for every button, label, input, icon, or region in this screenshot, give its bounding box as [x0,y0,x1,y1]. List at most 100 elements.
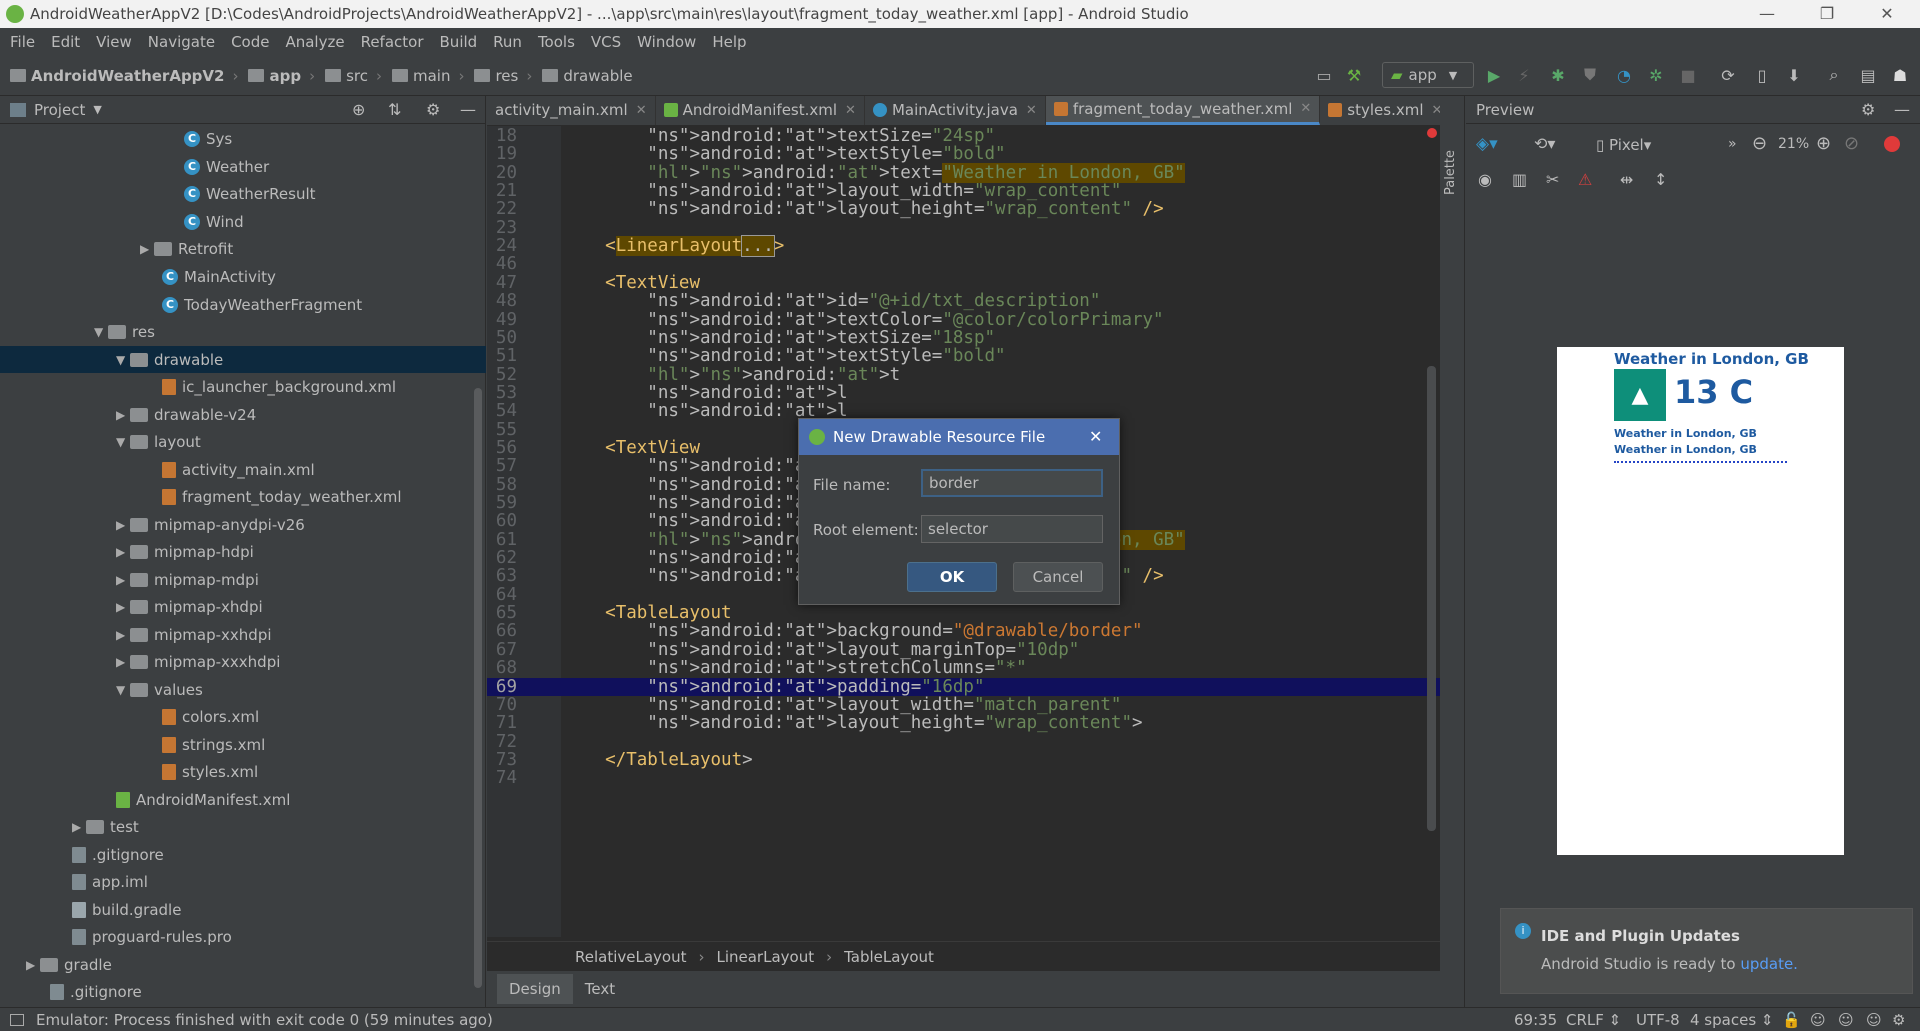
code-line[interactable]: 21 "ns">android:"at">layout_width="wrap_… [487,182,1440,201]
code-line[interactable]: 70 "ns">android:"at">layout_width="match… [487,695,1440,714]
menu-navigate[interactable]: Navigate [140,33,223,51]
code-line[interactable]: 48 "ns">android:"at">id="@+id/txt_descri… [487,292,1440,311]
update-notification[interactable]: i IDE and Plugin Updates Android Studio … [1500,908,1913,994]
breadcrumb-main[interactable]: main › [382,67,464,85]
notifications-icon[interactable]: ⚙ [1892,1011,1905,1029]
menu-view[interactable]: View [88,33,140,51]
code-line[interactable]: 51 "ns">android:"at">textStyle="bold" [487,347,1440,366]
editor-scrollbar[interactable] [1427,366,1436,831]
tree-item-todayweatherfragment[interactable]: C TodayWeatherFragment [162,291,362,318]
more-icon[interactable]: » [1728,136,1737,152]
breadcrumb-src[interactable]: src › [315,67,382,85]
breadcrumb-drawable[interactable]: drawable [532,67,633,85]
close-tab-icon[interactable]: ✕ [1300,101,1311,116]
tree-item-fragment-today-weather[interactable]: fragment_today_weather.xml [162,483,402,510]
sync-gradle-icon[interactable]: ⟳ [1716,63,1740,87]
expand-arrow-icon[interactable]: ▶ [116,545,130,559]
tree-item-mipmap-xhdpi[interactable]: ▶ mipmap-xhdpi [116,593,263,620]
expand-arrow-icon[interactable]: ▶ [116,408,130,422]
tree-item-drawable-v24[interactable]: ▶ drawable-v24 [116,401,256,428]
close-window-button[interactable]: ✕ [1864,0,1910,28]
code-line[interactable]: 71 "ns">android:"at">layout_height="wrap… [487,714,1440,733]
status-message[interactable]: Emulator: Process finished with exit cod… [36,1011,493,1029]
expand-arrow-icon[interactable]: ▶ [72,820,86,834]
tree-item-build-gradle[interactable]: build.gradle [72,896,181,923]
palette-label[interactable]: Palette [1443,150,1458,195]
tree-item-drawable[interactable]: ▼ drawable [0,346,486,373]
root-element-input[interactable]: selector [921,515,1103,543]
breadcrumb-res[interactable]: res › [464,67,532,85]
profile-icon[interactable]: ◔ [1612,63,1636,87]
update-link[interactable]: update. [1740,955,1798,973]
project-structure-icon[interactable]: ▭ [1312,63,1336,87]
zoom-fit-icon[interactable]: ⊘ [1844,133,1859,154]
event-log-icon[interactable]: ☺ [1866,1011,1882,1029]
menu-tools[interactable]: Tools [530,33,583,51]
tree-item-strings[interactable]: strings.xml [162,731,265,758]
breadcrumb-project[interactable]: AndroidWeatherAppV2 › [0,67,238,85]
tree-item-mipmap-anydpi-v26[interactable]: ▶ mipmap-anydpi-v26 [116,511,305,538]
sdk-manager-icon[interactable]: ⬇ [1782,63,1806,87]
code-line[interactable]: 73 </TableLayout> [487,751,1440,770]
collapse-arrow-icon[interactable]: ▼ [116,435,130,449]
stop-icon[interactable]: ■ [1676,63,1700,87]
tree-item-layout[interactable]: ▼ layout [116,428,201,455]
ok-button[interactable]: OK [907,562,997,592]
code-line[interactable]: 19 "ns">android:"at">textStyle="bold" [487,145,1440,164]
tree-item-gitignore[interactable]: .gitignore [72,841,164,868]
project-view-select[interactable]: Project [34,101,85,119]
code-line[interactable]: 72 [487,732,1440,751]
run-icon[interactable]: ▶ [1482,63,1506,87]
expand-arrow-icon[interactable]: ▶ [116,573,130,587]
tree-item-gradle[interactable]: ▶ gradle [26,951,112,978]
settings-gear-icon[interactable]: ⚙ [1861,100,1875,119]
menu-build[interactable]: Build [432,33,486,51]
collapse-all-icon[interactable]: ⇅ [388,100,401,119]
collapse-arrow-icon[interactable]: ▼ [116,353,130,367]
menu-refactor[interactable]: Refactor [353,33,432,51]
pack-vertical-icon[interactable]: ↕ [1654,170,1667,189]
tree-item-activity-main[interactable]: activity_main.xml [162,456,315,483]
project-view-icon[interactable]: ▤ [1856,63,1880,87]
menu-help[interactable]: Help [704,33,754,51]
chevron-down-icon[interactable]: ▼ [93,103,101,116]
code-line[interactable]: 46 [487,255,1440,274]
tree-item-colors[interactable]: colors.xml [162,703,259,730]
expand-arrow-icon[interactable]: ▶ [26,958,40,972]
clear-constraints-icon[interactable]: ⚠ [1578,170,1592,189]
user-avatar-icon[interactable]: ☗ [1888,63,1912,87]
settings-gear-icon[interactable]: ⚙ [426,100,440,119]
code-line[interactable]: 24 <LinearLayout...> [487,235,1440,258]
menu-code[interactable]: Code [223,33,277,51]
code-line[interactable]: 53 "ns">android:"at">l [487,384,1440,403]
menu-edit[interactable]: Edit [43,33,88,51]
collapse-arrow-icon[interactable]: ▼ [94,325,108,339]
tab-design[interactable]: Design [497,974,573,1004]
code-line[interactable]: 22 "ns">android:"at">layout_height="wrap… [487,200,1440,219]
close-tab-icon[interactable]: ✕ [1026,103,1037,118]
menu-file[interactable]: File [2,33,43,51]
breadcrumb-relativelayout[interactable]: RelativeLayout [575,948,686,966]
tree-item-test[interactable]: ▶ test [72,813,139,840]
blueprint-icon[interactable]: ▥ [1512,170,1527,189]
tab-activity-main[interactable]: activity_main.xml ✕ [487,96,656,125]
attach-debugger-icon[interactable]: ⛊ [1578,63,1602,87]
code-line[interactable]: 23 [487,218,1440,237]
indent-setting[interactable]: 4 spaces ⇕ [1690,1011,1773,1029]
tree-item-weatherresult[interactable]: C WeatherResult [184,180,316,207]
debug-icon[interactable]: ✱ [1546,63,1570,87]
file-encoding[interactable]: UTF-8 [1636,1011,1680,1029]
orientation-icon[interactable]: ⟲▾ [1534,134,1555,153]
code-line[interactable]: 49 "ns">android:"at">textColor="@color/c… [487,310,1440,329]
file-name-input[interactable]: border [921,469,1103,497]
code-line[interactable]: 67 "ns">android:"at">layout_marginTop="1… [487,640,1440,659]
close-tab-icon[interactable]: ✕ [636,103,647,118]
tree-item-mipmap-mdpi[interactable]: ▶ mipmap-mdpi [116,566,259,593]
device-select[interactable]: ▯ Pixel▾ [1596,136,1651,154]
tree-item-sys[interactable]: C Sys [184,125,232,152]
eye-icon[interactable]: ◉ [1478,170,1492,189]
lock-icon[interactable]: 🔓 [1782,1011,1801,1029]
tab-mainactivity[interactable]: MainActivity.java ✕ [865,96,1046,125]
tab-androidmanifest[interactable]: AndroidManifest.xml ✕ [656,96,865,125]
close-tab-icon[interactable]: ✕ [845,103,856,118]
